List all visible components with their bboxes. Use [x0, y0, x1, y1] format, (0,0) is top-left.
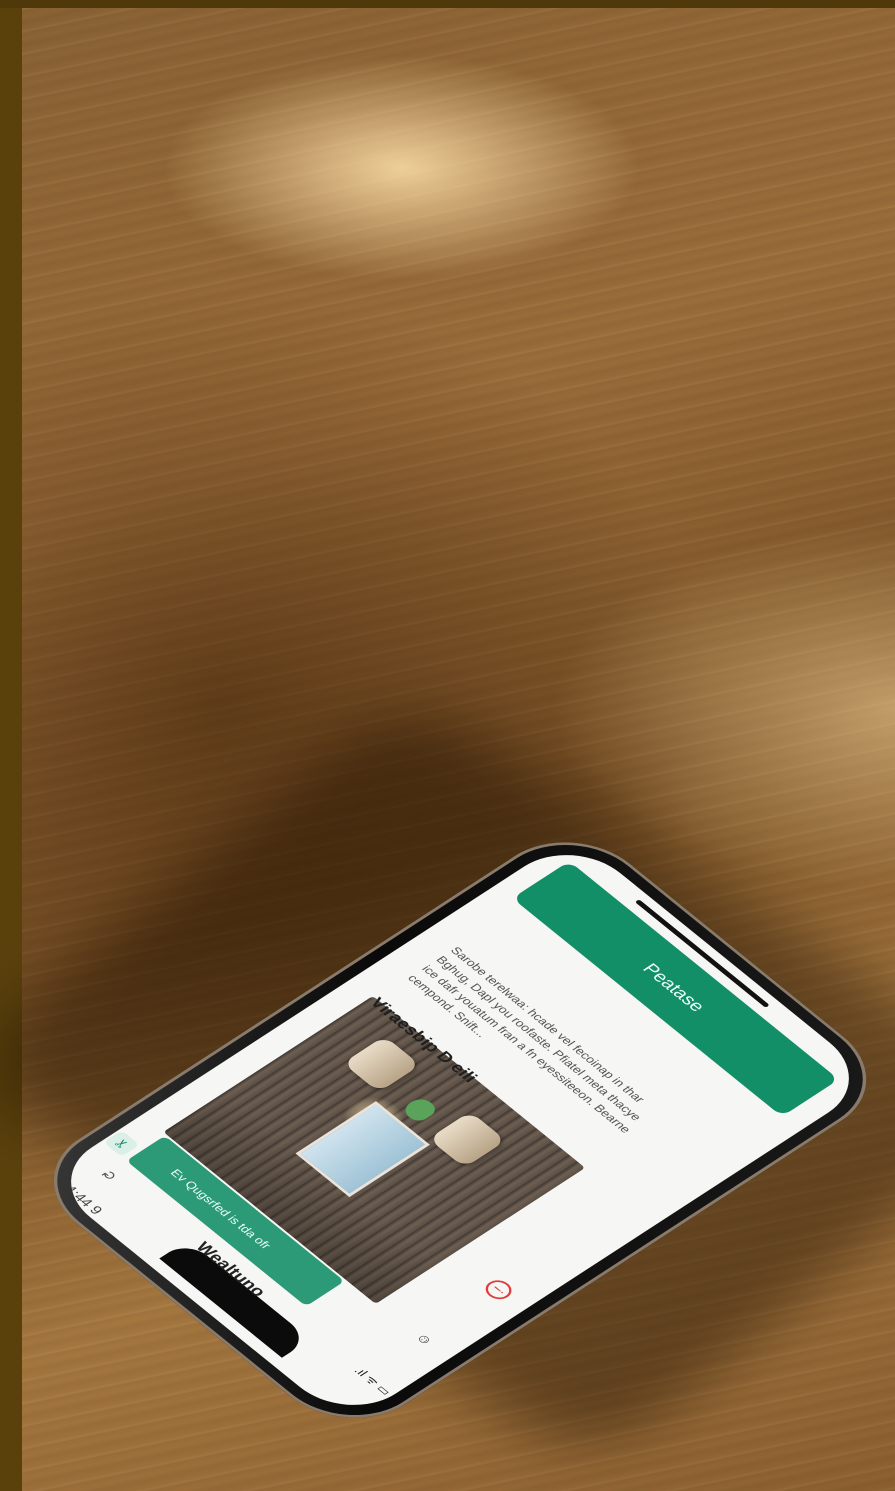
refresh-icon[interactable]: ↻ — [91, 1162, 127, 1189]
bookmark-icon[interactable]: ✂ — [103, 1130, 140, 1157]
photo-scene: 4:44 9 .ıl ᯤ ▭ ↻ ✂ ☺ ! Wealtuno Ev Qugsr… — [0, 0, 895, 1491]
left-frame-border — [0, 0, 22, 1491]
armchair — [342, 1035, 421, 1093]
status-time: 4:44 9 — [61, 1182, 107, 1217]
phone-screen: 4:44 9 .ıl ᯤ ▭ ↻ ✂ ☺ ! Wealtuno Ev Qugsr… — [42, 834, 878, 1426]
status-signal-icons: .ıl ᯤ ▭ — [351, 1364, 395, 1398]
top-frame-border — [0, 0, 895, 8]
smartphone: 4:44 9 .ıl ᯤ ▭ ↻ ✂ ☺ ! Wealtuno Ev Qugsr… — [19, 817, 895, 1443]
phone-group: 4:44 9 .ıl ᯤ ▭ ↻ ✂ ☺ ! Wealtuno Ev Qugsr… — [19, 760, 895, 1443]
plant — [399, 1095, 440, 1124]
primary-action-label: Peatase — [638, 960, 710, 1015]
alert-icon[interactable]: ! — [480, 1276, 517, 1304]
user-icon[interactable]: ☺ — [405, 1325, 441, 1352]
armchair — [428, 1111, 507, 1168]
